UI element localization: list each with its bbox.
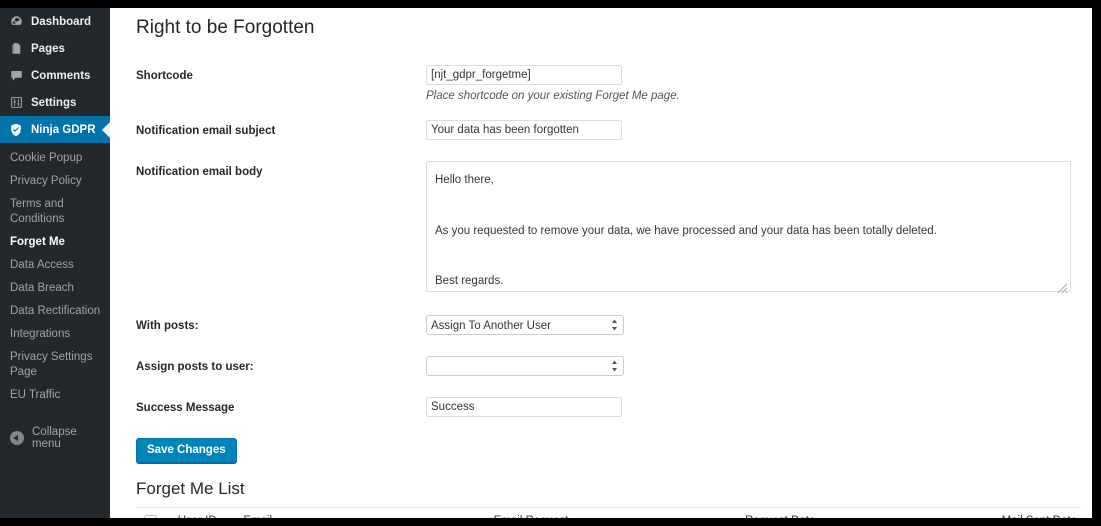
- assign-posts-to-user-label: Assign posts to user:: [136, 360, 254, 373]
- sidebar-item-dashboard[interactable]: Dashboard: [0, 8, 110, 35]
- sidebar-item-label: Pages: [31, 42, 65, 55]
- shortcode-cell: Place shortcode on your existing Forget …: [426, 56, 1081, 111]
- email-body-label: Notification email body: [136, 165, 263, 178]
- email-body-cell: Hello there, As you requested to remove …: [426, 152, 1081, 306]
- admin-sidebar: Dashboard Pages Comments Settings Ninja: [0, 8, 110, 518]
- collapse-menu-label: Collapse menu: [32, 426, 77, 450]
- forget-me-list-title: Forget Me List: [136, 478, 245, 498]
- submenu-item-cookie-popup[interactable]: Cookie Popup: [0, 147, 110, 170]
- email-subject-label: Notification email subject: [136, 125, 276, 137]
- form-row-with-posts: With posts: Assign To Another User: [136, 306, 1081, 347]
- select-all-header: [136, 506, 178, 518]
- sidebar-item-settings[interactable]: Settings: [0, 89, 110, 116]
- settings-icon: [8, 95, 24, 111]
- email-body-textarea-wrapper: Hello there, As you requested to remove …: [426, 160, 1071, 297]
- sidebar-item-comments[interactable]: Comments: [0, 62, 110, 89]
- success-message-cell: [426, 388, 1081, 429]
- submenu-item-terms-and-conditions[interactable]: Terms and Conditions: [0, 193, 110, 231]
- sidebar-item-pages[interactable]: Pages: [0, 35, 110, 62]
- email-body-textarea[interactable]: Hello there, As you requested to remove …: [426, 160, 1071, 292]
- with-posts-label: With posts:: [136, 319, 199, 332]
- form-row-success-message: Success Message: [136, 388, 1081, 429]
- collapse-arrow-icon: [10, 431, 24, 445]
- sidebar-item-label: Dashboard: [31, 15, 92, 28]
- form-row-assign-posts-to-user: Assign posts to user:: [136, 347, 1081, 388]
- submenu-item-privacy-policy[interactable]: Privacy Policy: [0, 170, 110, 193]
- sidebar-item-label: Ninja GDPR: [31, 123, 96, 136]
- with-posts-cell: Assign To Another User: [426, 306, 1081, 347]
- shield-icon: [8, 122, 24, 138]
- submenu-item-integrations[interactable]: Integrations: [0, 323, 110, 346]
- submenu-item-privacy-settings-page[interactable]: Privacy Settings Page: [0, 346, 110, 384]
- pages-icon: [8, 41, 24, 57]
- submenu-item-data-breach[interactable]: Data Breach: [0, 277, 110, 300]
- sidebar-item-label: Settings: [31, 96, 77, 109]
- submenu-item-forget-me[interactable]: Forget Me: [0, 231, 110, 254]
- column-header-mail-sent-date[interactable]: Mail Sent Date: [1001, 506, 1081, 518]
- success-message-input[interactable]: [426, 396, 622, 417]
- shortcode-description: Place shortcode on your existing Forget …: [426, 90, 680, 102]
- submenu-item-eu-traffic[interactable]: EU Traffic: [0, 384, 110, 407]
- shortcode-input[interactable]: [426, 65, 622, 85]
- browser-frame: Dashboard Pages Comments Settings Ninja: [0, 0, 1101, 526]
- table-head: User ID Email Email Request Request Date…: [136, 506, 1081, 518]
- select-all-checkbox[interactable]: [144, 514, 157, 518]
- email-subject-cell: [426, 111, 1081, 152]
- forget-me-list-table: User ID Email Email Request Request Date…: [136, 506, 1081, 518]
- assign-posts-to-user-select[interactable]: [426, 355, 624, 376]
- shortcode-label: Shortcode: [136, 70, 193, 82]
- settings-wrap: Right to be Forgotten Shortcode Place sh…: [110, 8, 1092, 518]
- form-row-email-subject: Notification email subject: [136, 111, 1081, 152]
- sidebar-item-ninja-gdpr[interactable]: Ninja GDPR: [0, 116, 110, 143]
- viewport: Dashboard Pages Comments Settings Ninja: [0, 8, 1092, 518]
- submenu-item-data-access[interactable]: Data Access: [0, 254, 110, 277]
- table-header-row: User ID Email Email Request Request Date…: [136, 506, 1081, 518]
- column-header-email[interactable]: Email: [243, 506, 494, 518]
- assign-posts-select-wrapper: [426, 355, 624, 376]
- gdpr-submenu: Cookie Popup Privacy Policy Terms and Co…: [0, 143, 110, 413]
- dashboard-icon: [8, 14, 24, 30]
- column-header-email-request[interactable]: Email Request: [493, 506, 745, 518]
- save-changes-button[interactable]: Save Changes: [136, 437, 237, 463]
- email-subject-input[interactable]: [426, 120, 622, 140]
- form-row-email-body: Notification email body Hello there, As …: [136, 152, 1081, 306]
- submenu-item-data-rectification[interactable]: Data Rectification: [0, 300, 110, 323]
- comments-icon: [8, 68, 24, 84]
- current-menu-arrow-icon: [102, 121, 110, 138]
- assign-posts-to-user-cell: [426, 347, 1081, 388]
- column-header-request-date[interactable]: Request Date: [745, 506, 1002, 518]
- settings-form-table: Shortcode Place shortcode on your existi…: [136, 56, 1081, 429]
- with-posts-select-wrapper: Assign To Another User: [426, 314, 624, 335]
- column-header-user-id[interactable]: User ID: [177, 506, 244, 518]
- form-row-shortcode: Shortcode Place shortcode on your existi…: [136, 56, 1081, 111]
- collapse-menu-button[interactable]: Collapse menu: [0, 421, 110, 455]
- sidebar-item-label: Comments: [31, 69, 91, 82]
- with-posts-select[interactable]: Assign To Another User: [426, 314, 624, 335]
- success-message-label: Success Message: [136, 401, 235, 414]
- content-area: Right to be Forgotten Shortcode Place sh…: [110, 8, 1092, 518]
- page-title: Right to be Forgotten: [136, 17, 315, 38]
